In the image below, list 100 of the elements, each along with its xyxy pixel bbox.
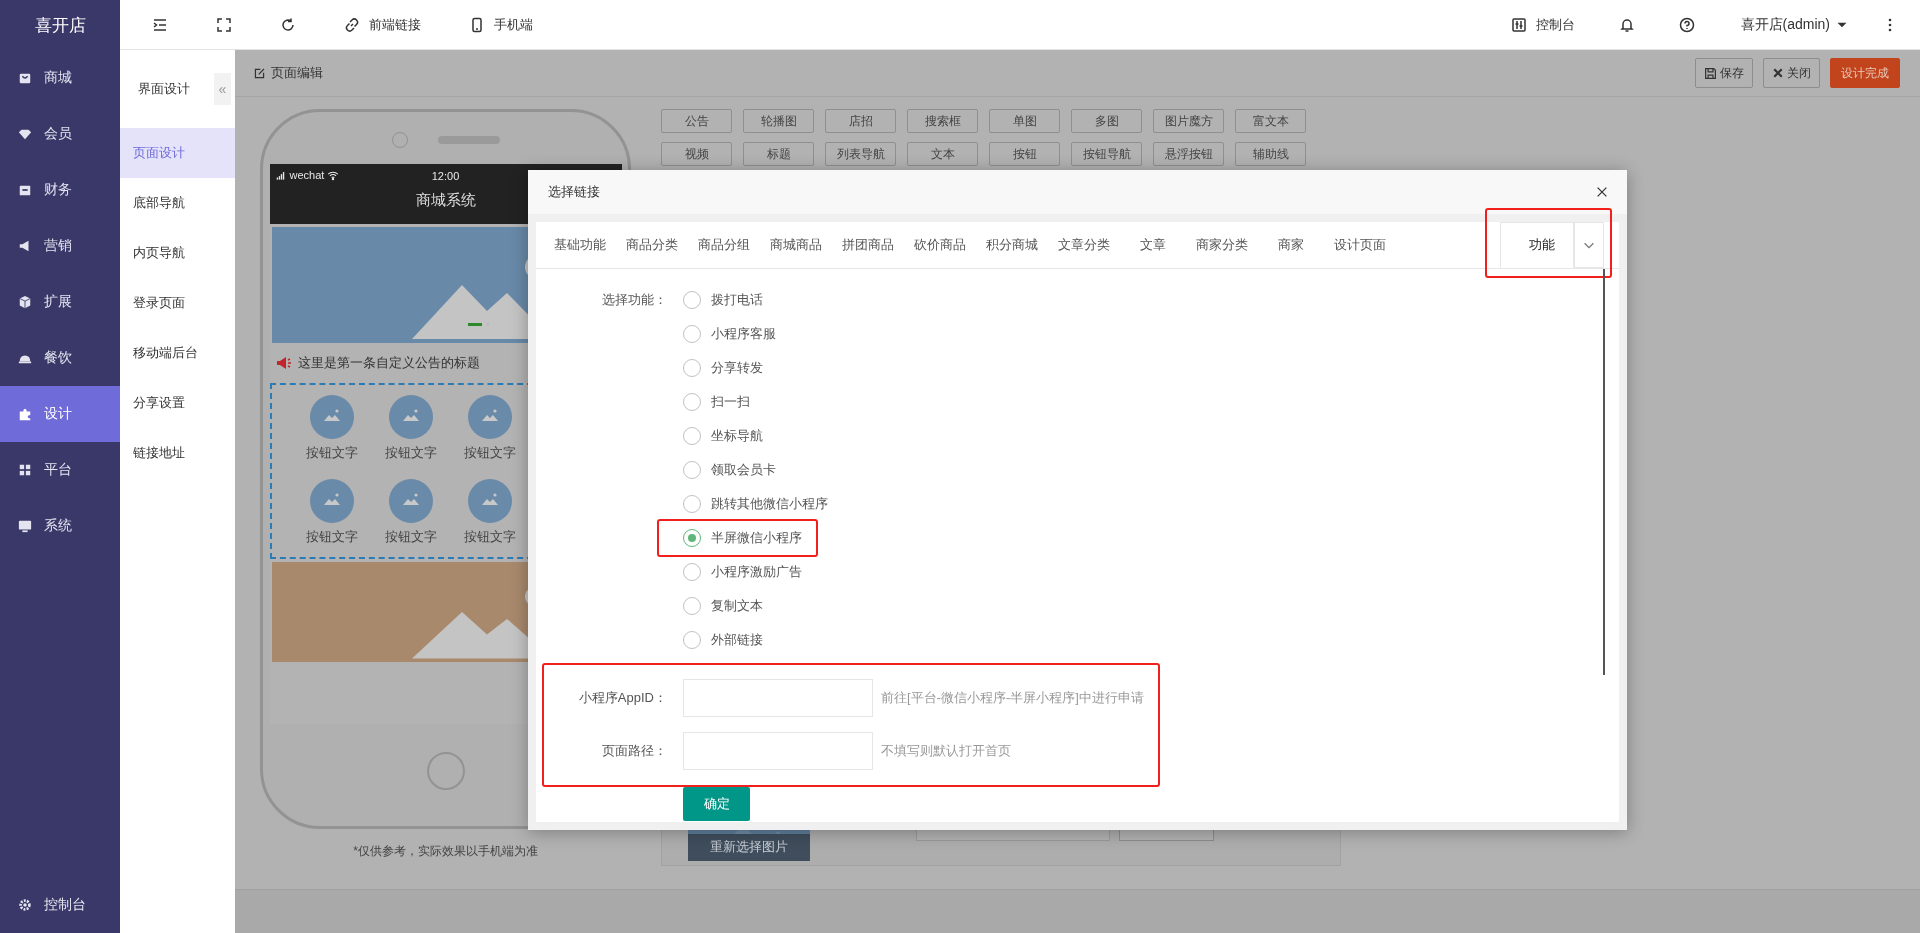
mobile-link[interactable]: 手机端 bbox=[465, 9, 537, 40]
preview-note: *仅供参考，实际效果以手机端为准 bbox=[353, 843, 538, 860]
radio-option[interactable]: 复制文本 bbox=[683, 589, 763, 623]
close-icon bbox=[1595, 185, 1609, 199]
scroll-bar[interactable] bbox=[1603, 269, 1605, 675]
radio-option[interactable]: 半屏微信小程序 bbox=[683, 521, 802, 555]
radio-icon[interactable] bbox=[683, 393, 701, 411]
radio-option[interactable]: 跳转其他微信小程序 bbox=[683, 487, 828, 521]
component-button[interactable]: 按钮导航 bbox=[1071, 142, 1142, 166]
close-button[interactable]: 关闭 bbox=[1763, 58, 1820, 88]
frontend-link[interactable]: 前端链接 bbox=[340, 9, 425, 40]
radio-option[interactable]: 小程序客服 bbox=[683, 317, 776, 351]
save-icon bbox=[1704, 66, 1717, 80]
tab[interactable]: 商家分类 bbox=[1186, 222, 1258, 268]
tab[interactable]: 设计页面 bbox=[1324, 222, 1396, 268]
component-button[interactable]: 单图 bbox=[989, 109, 1060, 133]
sidebar-item[interactable]: 扩展 bbox=[0, 274, 120, 330]
input-field[interactable] bbox=[683, 678, 873, 717]
nav-label: 按钮文字 bbox=[385, 445, 437, 462]
subnav-item[interactable]: 移动端后台 bbox=[120, 328, 235, 378]
component-button[interactable]: 视频 bbox=[661, 142, 732, 166]
tab[interactable]: 文章分类 bbox=[1048, 222, 1120, 268]
radio-option[interactable]: 坐标导航 bbox=[683, 419, 763, 453]
field-hint: 前往[平台-微信小程序-半屏小程序]中进行申请 bbox=[881, 688, 1144, 707]
image-icon bbox=[468, 395, 512, 439]
input-field[interactable] bbox=[683, 731, 873, 770]
component-button[interactable]: 搜索框 bbox=[907, 109, 978, 133]
radio-option[interactable]: 扫一扫 bbox=[683, 385, 750, 419]
field-hint: 不填写则默认打开首页 bbox=[881, 741, 1011, 760]
tab[interactable]: 拼团商品 bbox=[832, 222, 904, 268]
sidebar-item[interactable]: 设计 bbox=[0, 386, 120, 442]
tab[interactable]: 功能 bbox=[1500, 222, 1574, 268]
nav-label: 按钮文字 bbox=[464, 529, 516, 546]
subnav-item[interactable]: 页面设计 bbox=[120, 128, 235, 178]
save-button[interactable]: 保存 bbox=[1695, 58, 1753, 88]
field-label: 选择功能： bbox=[602, 292, 667, 307]
confirm-button[interactable]: 确定 bbox=[683, 787, 750, 821]
subnav-item[interactable]: 链接地址 bbox=[120, 428, 235, 478]
radio-option[interactable]: 分享转发 bbox=[683, 351, 763, 385]
radio-icon[interactable] bbox=[683, 631, 701, 649]
gear-icon bbox=[18, 898, 32, 912]
signal-icon bbox=[275, 169, 287, 181]
image-icon bbox=[310, 395, 354, 439]
tab[interactable]: 商家 bbox=[1258, 222, 1324, 268]
sidebar-item[interactable]: 商城 bbox=[0, 50, 120, 106]
radio-icon[interactable] bbox=[683, 563, 701, 581]
tab[interactable]: 砍价商品 bbox=[904, 222, 976, 268]
subnav-item[interactable]: 底部导航 bbox=[120, 178, 235, 228]
component-button[interactable]: 辅助线 bbox=[1235, 142, 1306, 166]
radio-icon[interactable] bbox=[683, 291, 701, 309]
component-button[interactable]: 悬浮按钮 bbox=[1153, 142, 1224, 166]
tab[interactable]: 积分商城 bbox=[976, 222, 1048, 268]
component-button[interactable]: 店招 bbox=[825, 109, 896, 133]
notice-text: 这里是第一条自定义公告的标题 bbox=[297, 354, 480, 372]
sidebar-item[interactable]: 餐饮 bbox=[0, 330, 120, 386]
tab[interactable]: 商品分组 bbox=[688, 222, 760, 268]
sidebar-item[interactable]: 控制台 bbox=[0, 877, 120, 933]
grid-icon bbox=[18, 463, 32, 477]
subnav-item[interactable]: 内页导航 bbox=[120, 228, 235, 278]
tab[interactable]: 文章 bbox=[1120, 222, 1186, 268]
component-button[interactable]: 按钮 bbox=[989, 142, 1060, 166]
radio-option[interactable]: 拨打电话 bbox=[683, 283, 763, 317]
component-button[interactable]: 富文本 bbox=[1235, 109, 1306, 133]
component-button[interactable]: 公告 bbox=[661, 109, 732, 133]
subnav-item[interactable]: 登录页面 bbox=[120, 278, 235, 328]
tab[interactable]: 商城商品 bbox=[760, 222, 832, 268]
component-button[interactable]: 图片魔方 bbox=[1153, 109, 1224, 133]
component-button[interactable]: 多图 bbox=[1071, 109, 1142, 133]
radio-option[interactable]: 外部链接 bbox=[683, 623, 763, 657]
component-button[interactable]: 文本 bbox=[907, 142, 978, 166]
phone-icon bbox=[469, 16, 485, 33]
sidebar-item[interactable]: 平台 bbox=[0, 442, 120, 498]
editor-title: 页面编辑 bbox=[253, 64, 323, 82]
radio-icon[interactable] bbox=[683, 495, 701, 513]
chevron-icon[interactable] bbox=[1574, 222, 1604, 268]
radio-icon[interactable] bbox=[683, 461, 701, 479]
sidebar-item[interactable]: 会员 bbox=[0, 106, 120, 162]
monitor-icon bbox=[18, 519, 32, 533]
subnav-item[interactable]: 分享设置 bbox=[120, 378, 235, 428]
user-menu[interactable]: 喜开店(admin) bbox=[1734, 14, 1854, 35]
close-icon bbox=[1772, 67, 1784, 79]
radio-icon[interactable] bbox=[683, 427, 701, 445]
sidebar-item[interactable]: 营销 bbox=[0, 218, 120, 274]
radio-icon[interactable] bbox=[683, 325, 701, 343]
radio-icon[interactable] bbox=[683, 597, 701, 615]
radio-icon[interactable] bbox=[683, 359, 701, 377]
radio-option[interactable]: 领取会员卡 bbox=[683, 453, 776, 487]
field-label: 页面路径： bbox=[602, 742, 667, 758]
bag-icon bbox=[18, 71, 32, 85]
sidebar-item[interactable]: 系统 bbox=[0, 498, 120, 554]
radio-option[interactable]: 小程序激励广告 bbox=[683, 555, 802, 589]
reselect-image-button[interactable]: 重新选择图片 bbox=[688, 834, 810, 861]
console-link[interactable]: 控制台 bbox=[1506, 9, 1579, 40]
radio-icon[interactable] bbox=[683, 529, 701, 547]
component-button[interactable]: 列表导航 bbox=[825, 142, 896, 166]
tab[interactable]: 商品分类 bbox=[616, 222, 688, 268]
sidebar-item[interactable]: 财务 bbox=[0, 162, 120, 218]
component-button[interactable]: 轮播图 bbox=[743, 109, 814, 133]
component-button[interactable]: 标题 bbox=[743, 142, 814, 166]
tab[interactable]: 基础功能 bbox=[544, 222, 616, 268]
